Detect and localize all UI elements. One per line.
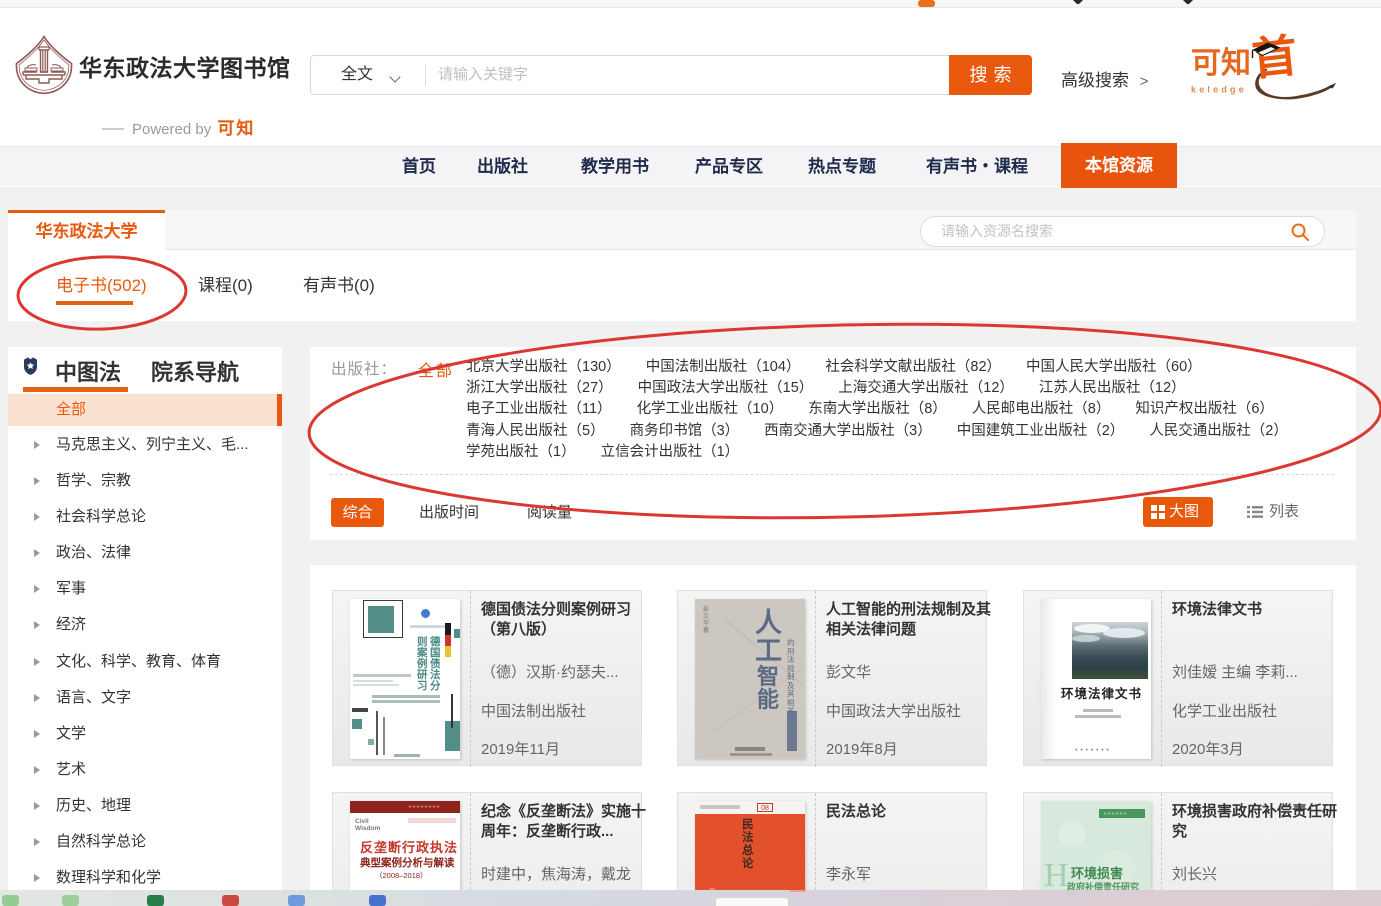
svg-text:可知: 可知 <box>1191 47 1251 80</box>
svg-text:首: 首 <box>1250 31 1300 85</box>
svg-text:keledge: keledge <box>1191 85 1247 95</box>
